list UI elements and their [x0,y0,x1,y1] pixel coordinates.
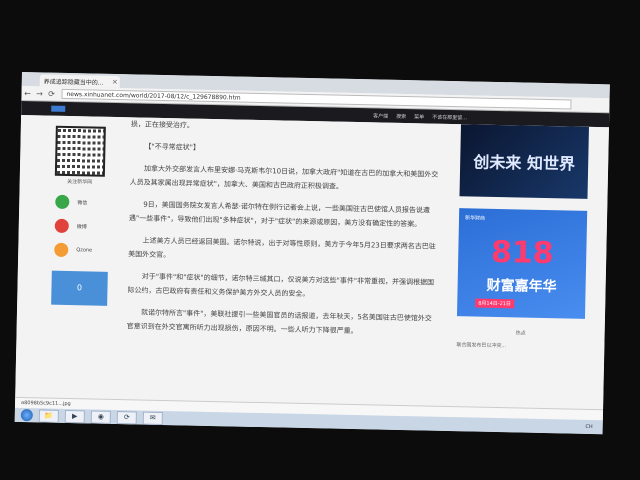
ad-brand: 新华财商 [464,215,486,222]
weibo-icon [54,218,69,234]
header-right-text[interactable]: 不该在那里留... [432,113,467,121]
ad-banner-818[interactable]: 新华财商 818 财富嘉年华 8月14日-21日 [456,208,588,319]
close-icon[interactable]: × [112,78,120,86]
browser-icon[interactable]: ◉ [90,410,111,424]
wechat-icon [55,194,70,210]
media-icon[interactable]: ▶ [64,409,85,423]
sidebar-ads: 创未来 知世界 新华财商 818 财富嘉年华 8月14日-21日 热点 联合国发… [456,124,589,351]
article-body: 损，正在接受治疗。 【"不寻常症状"】 加拿大外交部发言人布里安娜·马克斯韦尔1… [126,117,441,347]
qzone-icon [54,242,69,258]
article-paragraph: 就诺尔特所言"事件"，美联社援引一些美国官员的话报道，去年秋天，5名美国驻古巴使… [126,308,432,336]
article-paragraph: 上述美方人员已经返回美国。诺尔特说，出于对等性原则，美方于今年5月23日要求两名… [128,236,436,260]
hot-title: 热点 [515,330,526,337]
folder-icon[interactable]: 📁 [38,408,59,423]
page-content: 关注新华网 微信 微博 Qzone 0 损，正在接受治疗。 【"不寻常症状"】 … [15,114,609,410]
qr-code [54,125,106,177]
start-icon[interactable] [20,409,33,422]
article-paragraph: 加拿大外交部发言人布里安娜·马克斯韦尔10日说，加拿大政府"知道在古巴的加拿大和… [129,164,439,191]
forward-icon[interactable]: → [33,89,45,98]
share-label: 微信 [77,199,88,206]
qr-label: 关注新华网 [67,178,93,186]
tray-text: CH [585,423,593,431]
ad-date: 8月14日-21日 [475,298,515,309]
article-subhead: 【"不寻常症状"】 [144,142,200,152]
refresh-icon[interactable]: ⟳ [116,410,137,424]
browser-screen: 养成追踪隐藏当中的... × ← → ⟳ news.xinhuanet.com/… [14,72,610,435]
header-item-search[interactable]: 搜索 [396,112,406,119]
ad-banner-top[interactable]: 创未来 知世界 [459,124,589,199]
article-paragraph: 9日，美国国务院女发言人希瑟·诺尔特在例行记者会上说，一些美国驻古巴使馆人员报告… [128,200,430,229]
header-item-menu[interactable]: 菜单 [414,113,424,120]
mail-icon[interactable]: ✉ [142,411,163,425]
share-qzone[interactable]: Qzone [54,242,108,258]
header-item-client[interactable]: 客户端 [373,112,388,119]
back-icon[interactable]: ← [21,88,33,98]
ad-headline: 818 [490,234,554,272]
hot-item[interactable]: 联合国发布巴以冲突... [456,341,584,351]
site-logo[interactable] [51,105,66,112]
download-file[interactable]: a8098b5c9c11...jpg [21,400,71,407]
share-label: Qzone [76,247,93,254]
share-wechat[interactable]: 微信 [55,194,109,210]
like-button[interactable]: 0 [51,270,108,306]
ad-subheadline: 财富嘉年华 [486,277,557,296]
article-paragraph: 对于"事件"和"症状"的细节，诺尔特三缄其口，仅说美方对这些"事件"非常重视，并… [127,272,435,299]
share-column: 关注新华网 微信 微博 Qzone 0 [47,122,111,306]
tab-title: 养成追踪隐藏当中的... [43,77,104,87]
reload-icon[interactable]: ⟳ [45,89,57,98]
share-label: 微博 [76,223,87,230]
share-weibo[interactable]: 微博 [54,218,109,234]
